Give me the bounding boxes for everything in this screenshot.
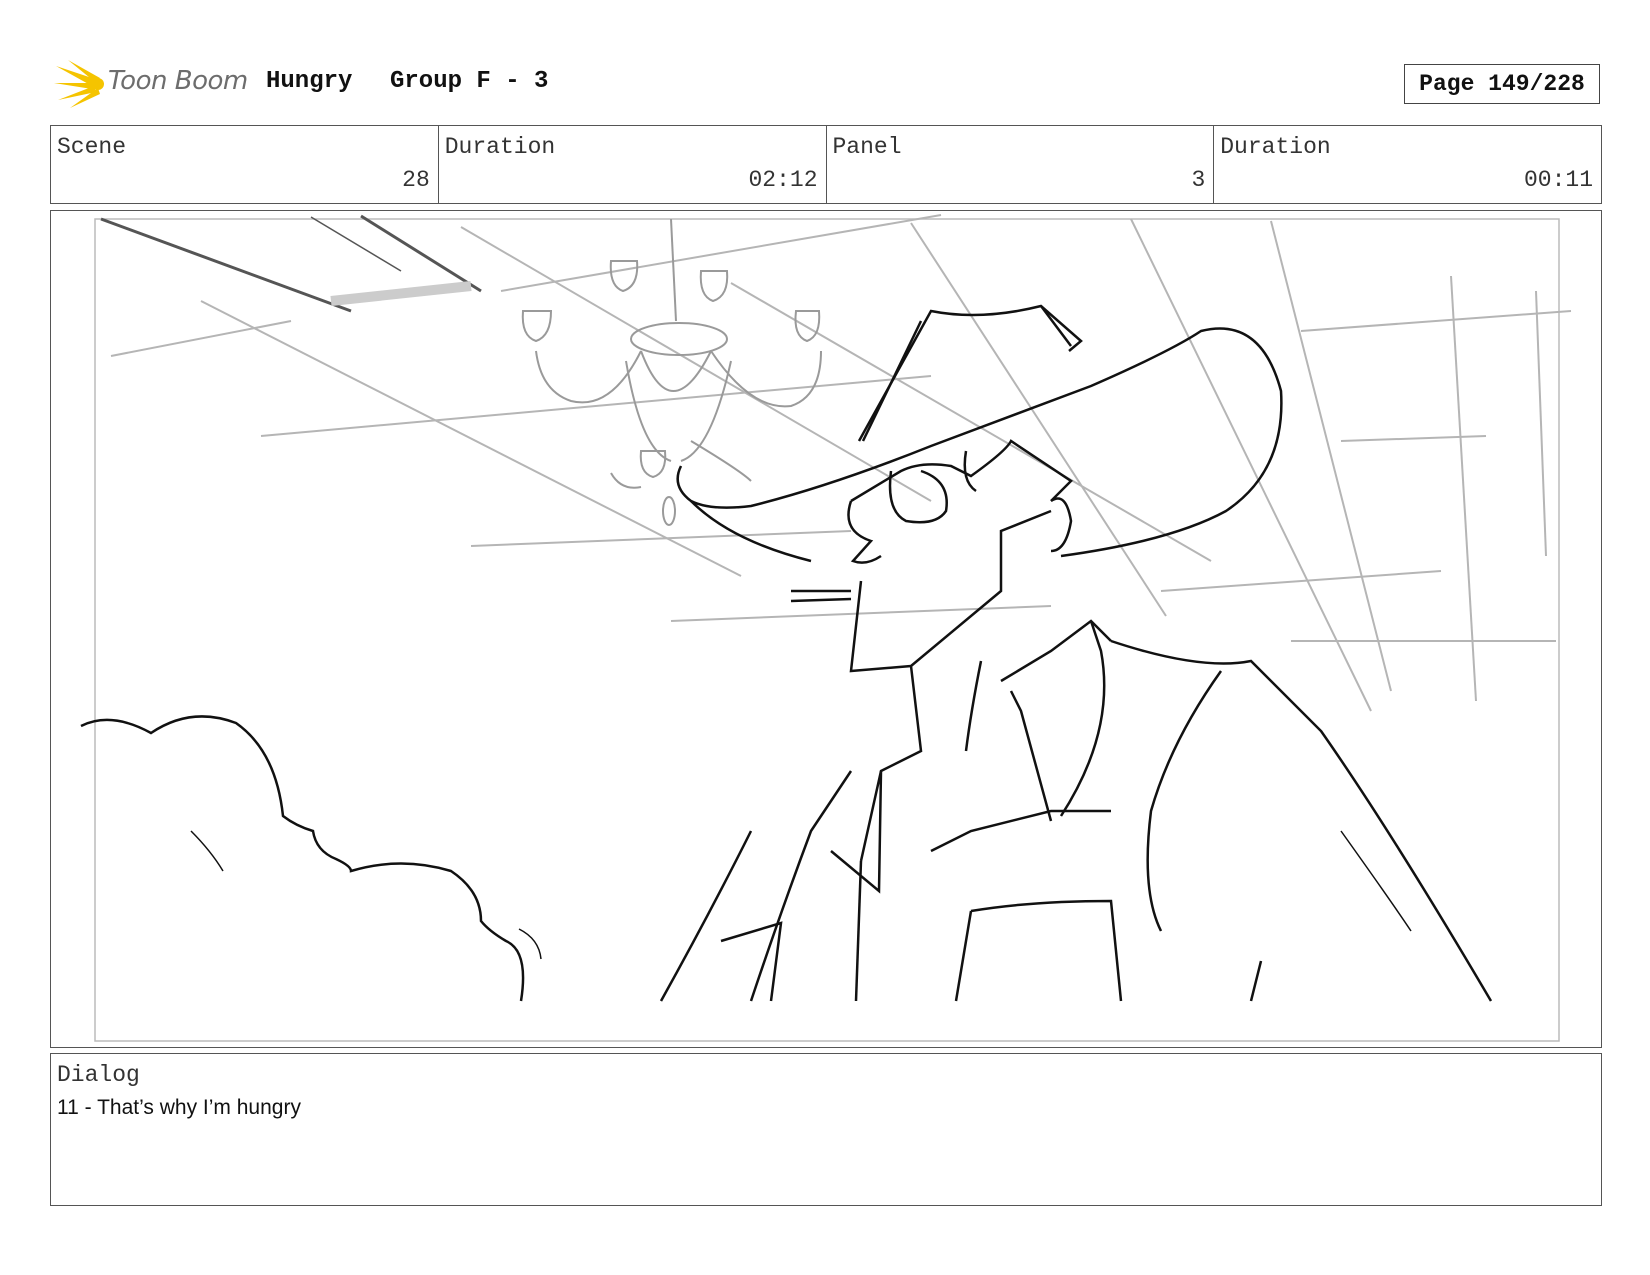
panel-cell: Panel 3 bbox=[827, 126, 1215, 203]
scene-value: 28 bbox=[402, 167, 430, 193]
panel-duration-value: 00:11 bbox=[1523, 167, 1593, 193]
dialog-label: Dialog bbox=[57, 1062, 140, 1088]
project-title: Hungry bbox=[266, 68, 353, 95]
scene-duration-label: Duration bbox=[444, 134, 556, 160]
cowboy-character-sketch bbox=[659, 304, 1493, 1002]
scene-label: Scene bbox=[57, 134, 127, 160]
logo-text: Toon Boom bbox=[108, 66, 248, 96]
scene-duration-value: 02:12 bbox=[748, 167, 818, 193]
sequence-title: Group F - 3 bbox=[390, 68, 549, 95]
dialog-text: 11 - That’s why I’m hungry bbox=[57, 1096, 301, 1119]
storyboard-panel bbox=[50, 210, 1602, 1048]
panel-duration-label: Duration bbox=[1220, 134, 1331, 160]
panel-label: Panel bbox=[832, 134, 902, 160]
panel-info-row: Scene 28 Duration 02:12 Panel 3 Duration… bbox=[50, 125, 1602, 204]
motion-streaks bbox=[100, 214, 482, 313]
panel-duration-cell: Duration 00:11 bbox=[1214, 126, 1601, 203]
safe-frame bbox=[94, 218, 1560, 1042]
dialog-box: Dialog 11 - That’s why I’m hungry bbox=[50, 1053, 1602, 1206]
scene-cell: Scene 28 bbox=[51, 126, 439, 203]
chandelier-sketch bbox=[521, 218, 822, 526]
ceiling-beams bbox=[110, 214, 1572, 712]
bush-sketch bbox=[80, 715, 542, 1002]
page-counter: Page 149/228 bbox=[1404, 64, 1600, 104]
panel-value: 3 bbox=[1191, 167, 1206, 193]
panel-sketch-illustration bbox=[80, 214, 1572, 1042]
scene-duration-cell: Duration 02:12 bbox=[439, 126, 827, 203]
